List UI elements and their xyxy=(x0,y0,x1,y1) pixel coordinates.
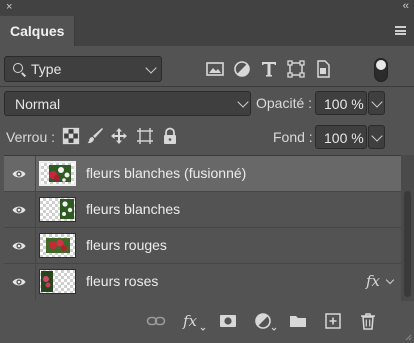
visibility-eye-icon[interactable] xyxy=(12,275,26,289)
add-layer-mask-icon[interactable] xyxy=(218,311,238,331)
link-layers-icon[interactable] xyxy=(146,311,166,331)
resize-grip-icon[interactable] xyxy=(404,333,412,341)
lock-label: Verrou : xyxy=(6,129,56,145)
layer-row[interactable]: fleurs roses fx xyxy=(4,264,401,300)
opacity-label: Opacité : xyxy=(256,95,313,111)
filter-kind-label: Type xyxy=(31,61,62,77)
layer-thumbnail xyxy=(39,269,76,294)
panel-tab-bar: Calques xyxy=(0,16,414,46)
tab-calques[interactable]: Calques xyxy=(0,16,75,46)
layers-scrollbar[interactable] xyxy=(401,155,414,301)
fill-input[interactable]: 100 % xyxy=(315,125,367,149)
close-panel-button[interactable]: × xyxy=(6,1,12,13)
new-fill-adjustment-layer-icon[interactable] xyxy=(253,311,277,331)
new-layer-icon[interactable] xyxy=(323,311,343,331)
chevron-down-icon xyxy=(237,96,249,108)
row-divider xyxy=(35,264,36,300)
adjustment-filter-icon[interactable] xyxy=(232,59,252,79)
layer-name[interactable]: fleurs roses xyxy=(86,273,158,289)
row-divider xyxy=(35,156,36,192)
filter-toggle-switch[interactable] xyxy=(374,58,388,82)
row-divider xyxy=(35,228,36,264)
row-divider xyxy=(35,192,36,228)
blend-mode-value: Normal xyxy=(15,96,61,112)
smart-object-filter-icon[interactable] xyxy=(313,59,333,79)
layer-thumbnail xyxy=(39,233,76,258)
layer-row[interactable]: fleurs blanches (fusionné) xyxy=(4,156,401,192)
new-group-folder-icon[interactable] xyxy=(288,311,308,331)
type-filter-icon[interactable] xyxy=(259,59,279,79)
search-icon xyxy=(13,63,23,73)
add-layer-style-icon[interactable]: fx xyxy=(182,311,206,331)
chevron-down-icon xyxy=(371,130,383,142)
fill-slider-button[interactable] xyxy=(368,125,385,149)
layer-filter-select[interactable]: Type xyxy=(4,56,162,82)
lock-image-pixels-brush-icon[interactable] xyxy=(86,127,104,145)
layers-list: fleurs blanches (fusionné) fleurs blanch… xyxy=(4,155,401,302)
fill-value: 100 % xyxy=(324,130,364,146)
fill-label: Fond : xyxy=(273,129,313,145)
chevron-down-icon xyxy=(145,62,157,74)
toggle-knob xyxy=(376,60,386,70)
blend-mode-select[interactable]: Normal xyxy=(4,91,251,116)
layers-panel: × ‹‹ Calques Type Normal Opacité: 100 %… xyxy=(0,0,414,343)
visibility-eye-icon[interactable] xyxy=(12,167,26,181)
opacity-slider-button[interactable] xyxy=(368,91,385,115)
layer-name[interactable]: fleurs blanches (fusionné) xyxy=(86,165,246,181)
opacity-input[interactable]: 100 % xyxy=(315,91,367,115)
lock-position-move-icon[interactable] xyxy=(110,127,128,145)
layer-effects-badge[interactable]: fx xyxy=(366,272,380,290)
layer-name[interactable]: fleurs blanches xyxy=(86,201,180,217)
visibility-eye-icon[interactable] xyxy=(12,203,26,217)
layers-bottom-toolbar: fx xyxy=(0,301,414,343)
chevron-down-icon xyxy=(371,96,383,108)
image-filter-icon[interactable] xyxy=(205,59,225,79)
tab-calques-label: Calques xyxy=(10,23,65,39)
trash-icon[interactable] xyxy=(358,311,378,331)
layer-name[interactable]: fleurs rouges xyxy=(86,237,167,253)
lock-artboard-icon[interactable] xyxy=(136,127,154,145)
layer-row[interactable]: fleurs blanches xyxy=(4,192,401,228)
chevron-down-icon[interactable] xyxy=(385,275,395,285)
panel-title-bar: × ‹‹ xyxy=(0,0,414,16)
divider xyxy=(0,86,414,87)
shape-filter-icon[interactable] xyxy=(286,59,306,79)
collapse-panel-button[interactable]: ‹‹ xyxy=(403,0,409,12)
lock-transparent-pixels-icon[interactable] xyxy=(62,127,80,145)
scrollbar-thumb[interactable] xyxy=(404,191,411,297)
lock-all-icon[interactable] xyxy=(161,127,179,145)
panel-menu-icon[interactable] xyxy=(395,26,406,35)
svg-text:fx: fx xyxy=(182,312,198,330)
opacity-value: 100 % xyxy=(324,96,364,112)
layer-thumbnail xyxy=(39,161,76,186)
visibility-eye-icon[interactable] xyxy=(12,239,26,253)
layer-thumbnail xyxy=(39,197,76,222)
layer-row[interactable]: fleurs rouges xyxy=(4,228,401,264)
